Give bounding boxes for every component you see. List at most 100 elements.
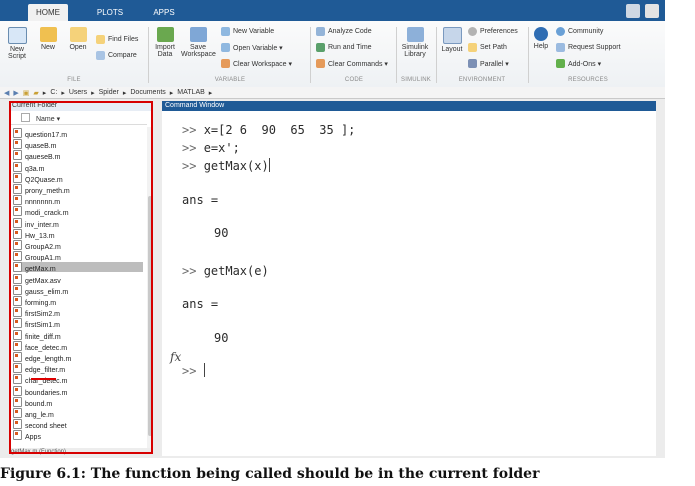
import-data-button[interactable]: Import Data — [153, 27, 177, 58]
simulink-library-button[interactable]: Simulink Library — [400, 27, 430, 58]
divider — [310, 27, 311, 83]
add-ons-button[interactable]: Add-Ons ▾ — [556, 59, 601, 68]
window-control-icon[interactable] — [645, 4, 659, 18]
fx-icon[interactable]: fx — [170, 350, 181, 364]
folder-icon — [69, 27, 87, 42]
command-text: 90 — [214, 226, 229, 240]
prompt: >> — [182, 159, 197, 173]
button-label: Layout — [441, 46, 463, 53]
simulink-icon — [406, 27, 424, 42]
button-label: Save Workspace — [181, 44, 216, 58]
new-button[interactable]: New — [36, 27, 60, 51]
browse-folder-icon[interactable]: ▰ — [33, 89, 38, 97]
help-icon — [534, 27, 548, 41]
path-segment[interactable]: Users — [69, 89, 87, 96]
command-text: 90 — [214, 331, 229, 345]
path-segment[interactable]: Documents — [130, 89, 165, 96]
command-line: ans = — [182, 193, 218, 207]
clear-workspace-icon — [221, 59, 230, 68]
command-window-title: Command Window — [162, 101, 656, 111]
button-label: Simulink Library — [401, 44, 429, 58]
annotation-highlight-box — [9, 101, 153, 454]
section-resources: RESOURCES — [568, 77, 608, 83]
save-workspace-button[interactable]: Save Workspace — [181, 27, 216, 58]
preferences-button[interactable]: Preferences — [468, 27, 518, 36]
run-and-time-button[interactable]: Run and Time — [316, 43, 372, 52]
folder-icon — [468, 43, 477, 52]
forward-icon[interactable]: ▶ — [13, 89, 18, 97]
add-ons-icon — [556, 59, 565, 68]
layout-button[interactable]: Layout — [440, 27, 464, 53]
tab-apps[interactable]: APPS — [144, 4, 184, 21]
button-label: New — [40, 44, 55, 51]
matlab-window: HOME PLOTS APPS New Script New Open Find… — [0, 0, 665, 458]
address-bar[interactable]: ◀ ▶ ▣ ▰ ▸ C: ▸ Users ▸ Spider ▸ Document… — [0, 87, 665, 98]
parallel-icon — [468, 59, 477, 68]
button-label: Compare — [108, 52, 137, 59]
section-code: CODE — [344, 77, 364, 83]
ribbon: New Script New Open Find Files Compare F… — [0, 21, 665, 87]
save-icon — [189, 27, 207, 42]
analyze-code-button[interactable]: Analyze Code — [316, 27, 372, 36]
command-text: ans = — [182, 297, 219, 311]
path-separator: ▸ — [91, 89, 95, 97]
button-label: Set Path — [480, 44, 507, 51]
community-button[interactable]: Community — [556, 27, 603, 36]
path-segment[interactable]: C: — [50, 89, 57, 96]
section-simulink: SIMULINK — [401, 77, 431, 83]
find-files-icon — [96, 35, 105, 44]
compare-icon — [96, 51, 105, 60]
request-support-button[interactable]: Request Support — [556, 43, 621, 52]
divider — [396, 27, 397, 83]
up-folder-icon[interactable]: ▣ — [23, 89, 30, 97]
command-line: 90 — [214, 226, 228, 240]
button-label: Import Data — [155, 44, 175, 58]
help-button[interactable]: Help — [532, 27, 550, 50]
toolstrip-tabs: HOME PLOTS APPS — [0, 0, 665, 21]
tab-home[interactable]: HOME — [28, 4, 68, 21]
tab-plots[interactable]: PLOTS — [90, 4, 130, 21]
new-script-button[interactable]: New Script — [5, 27, 29, 60]
button-label: Add-Ons ▾ — [568, 60, 602, 68]
back-icon[interactable]: ◀ — [4, 89, 9, 97]
button-label: Run and Time — [328, 44, 372, 51]
open-variable-button[interactable]: Open Variable ▾ — [221, 43, 283, 52]
new-variable-icon — [221, 27, 230, 36]
divider — [148, 27, 149, 83]
new-variable-button[interactable]: New Variable — [221, 27, 274, 36]
set-path-button[interactable]: Set Path — [468, 43, 507, 52]
compare-button[interactable]: Compare — [96, 51, 137, 60]
button-label: Analyze Code — [328, 28, 372, 35]
gear-icon — [468, 27, 477, 36]
command-text: e=x'; — [203, 141, 240, 155]
prompt: >> — [182, 123, 197, 137]
open-variable-icon — [221, 43, 230, 52]
open-button[interactable]: Open — [66, 27, 90, 51]
import-icon — [156, 27, 174, 42]
clear-commands-button[interactable]: Clear Commands ▾ — [316, 59, 388, 68]
text-cursor — [268, 158, 270, 172]
path-separator: ▸ — [208, 89, 213, 97]
command-line: ans = — [182, 297, 218, 311]
text-cursor — [203, 363, 205, 377]
button-label: New Variable — [233, 28, 275, 35]
analyze-code-icon — [316, 27, 325, 36]
button-label: New Script — [8, 46, 26, 60]
path-separator: ▸ — [61, 89, 65, 97]
parallel-button[interactable]: Parallel ▾ — [468, 59, 509, 68]
button-label: Find Files — [108, 36, 139, 43]
path-segment[interactable]: Spider — [99, 89, 119, 96]
command-text: getMax(e) — [203, 264, 269, 278]
button-label: Preferences — [480, 28, 518, 35]
find-files-button[interactable]: Find Files — [96, 35, 138, 44]
path-segment[interactable]: MATLAB — [177, 89, 205, 96]
command-window[interactable]: >> x=[2 6 90 65 35 ]; >> e=x'; >> getMax(x… — [162, 111, 656, 456]
community-icon — [556, 27, 565, 36]
window-control-icon[interactable] — [626, 4, 640, 18]
run-and-time-icon — [316, 43, 325, 52]
command-line: >> e=x'; — [182, 141, 240, 155]
command-text: getMax(x) — [203, 159, 269, 173]
clear-workspace-button[interactable]: Clear Workspace ▾ — [221, 59, 292, 68]
section-file: FILE — [67, 77, 81, 83]
layout-icon — [442, 27, 462, 44]
